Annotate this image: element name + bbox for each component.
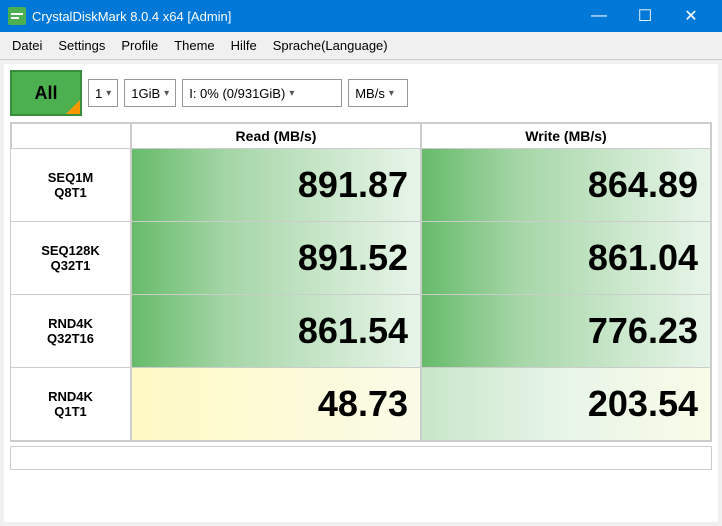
header-col1 — [11, 123, 131, 149]
header-read: Read (MB/s) — [131, 123, 421, 149]
results-grid: Read (MB/s) Write (MB/s) SEQ1M Q8T1 891.… — [10, 122, 712, 442]
unit-dropdown[interactable]: MB/s ▾ — [348, 79, 408, 107]
row-write-rnd4k-q1t1: 203.54 — [421, 368, 711, 440]
row-label-seq1m: SEQ1M Q8T1 — [11, 149, 131, 221]
table-row: RND4K Q1T1 48.73 203.54 — [11, 368, 711, 441]
maximize-button[interactable]: ☐ — [622, 0, 668, 32]
table-row: SEQ128K Q32T1 891.52 861.04 — [11, 222, 711, 295]
row-label-rnd4k-q1t1: RND4K Q1T1 — [11, 368, 131, 440]
row-read-rnd4k-q32t16: 861.54 — [131, 295, 421, 367]
menu-item-settings[interactable]: Settings — [50, 34, 113, 57]
menu-item-sprache-language-[interactable]: Sprache(Language) — [265, 34, 396, 57]
unit-arrow: ▾ — [389, 88, 394, 99]
size-arrow: ▾ — [164, 88, 169, 99]
row-write-seq128k: 861.04 — [421, 222, 711, 294]
row-write-seq1m: 864.89 — [421, 149, 711, 221]
row-write-rnd4k-q32t16: 776.23 — [421, 295, 711, 367]
header-write: Write (MB/s) — [421, 123, 711, 149]
row-read-seq128k: 891.52 — [131, 222, 421, 294]
row-read-rnd4k-q1t1: 48.73 — [131, 368, 421, 440]
drive-arrow: ▾ — [289, 88, 294, 99]
toolbar: All 1 ▾ 1GiB ▾ I: 0% (0/931GiB) ▾ MB/s ▾ — [10, 70, 712, 116]
row-read-seq1m: 891.87 — [131, 149, 421, 221]
menu-item-profile[interactable]: Profile — [113, 34, 166, 57]
minimize-button[interactable]: — — [576, 0, 622, 32]
menu-item-theme[interactable]: Theme — [166, 34, 222, 57]
menu-item-hilfe[interactable]: Hilfe — [223, 34, 265, 57]
menu-item-datei[interactable]: Datei — [4, 34, 50, 57]
table-row: RND4K Q32T16 861.54 776.23 — [11, 295, 711, 368]
size-dropdown[interactable]: 1GiB ▾ — [124, 79, 176, 107]
menu-bar: DateiSettingsProfileThemeHilfeSprache(La… — [0, 32, 722, 60]
window-title: CrystalDiskMark 8.0.4 x64 [Admin] — [32, 9, 231, 24]
app-icon — [8, 7, 26, 25]
drive-dropdown[interactable]: I: 0% (0/931GiB) ▾ — [182, 79, 342, 107]
row-label-rnd4k-q32t16: RND4K Q32T16 — [11, 295, 131, 367]
close-button[interactable]: ✕ — [668, 0, 714, 32]
table-row: SEQ1M Q8T1 891.87 864.89 — [11, 149, 711, 222]
title-bar: CrystalDiskMark 8.0.4 x64 [Admin] — ☐ ✕ — [0, 0, 722, 32]
runs-arrow: ▾ — [106, 88, 111, 99]
grid-header: Read (MB/s) Write (MB/s) — [11, 123, 711, 149]
window-controls: — ☐ ✕ — [576, 0, 714, 32]
runs-dropdown[interactable]: 1 ▾ — [88, 79, 118, 107]
main-content: All 1 ▾ 1GiB ▾ I: 0% (0/931GiB) ▾ MB/s ▾… — [4, 64, 718, 522]
footer-bar — [10, 446, 712, 470]
row-label-seq128k: SEQ128K Q32T1 — [11, 222, 131, 294]
all-button[interactable]: All — [10, 70, 82, 116]
